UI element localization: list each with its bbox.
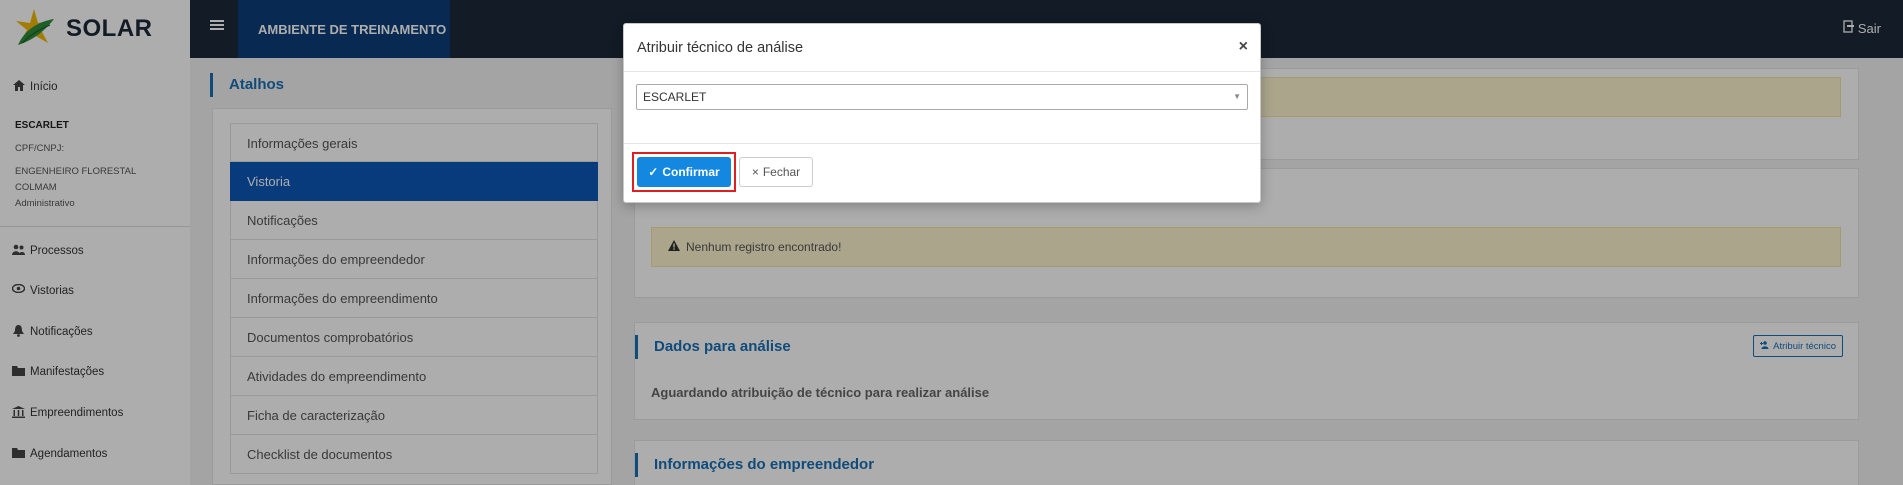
modal-title: Atribuir técnico de análise <box>637 39 804 56</box>
technician-select-value: ESCARLET <box>643 90 707 104</box>
close-button[interactable]: × Fechar <box>739 157 813 187</box>
assign-technician-modal: Atribuir técnico de análise × ESCARLET ▼… <box>623 23 1261 203</box>
close-label: Fechar <box>762 165 801 179</box>
modal-header: Atribuir técnico de análise × <box>624 24 1260 72</box>
chevron-down-icon: ▼ <box>1233 92 1241 101</box>
confirm-button[interactable]: ✓ Confirmar <box>637 157 731 187</box>
technician-select[interactable]: ESCARLET ▼ <box>636 84 1248 110</box>
x-icon: × <box>751 165 759 179</box>
modal-footer: ✓ Confirmar × Fechar <box>624 144 1260 202</box>
close-icon[interactable]: × <box>1239 38 1248 56</box>
check-icon: ✓ <box>648 165 659 179</box>
modal-body: ESCARLET ▼ <box>624 72 1260 144</box>
confirm-label: Confirmar <box>662 165 720 179</box>
